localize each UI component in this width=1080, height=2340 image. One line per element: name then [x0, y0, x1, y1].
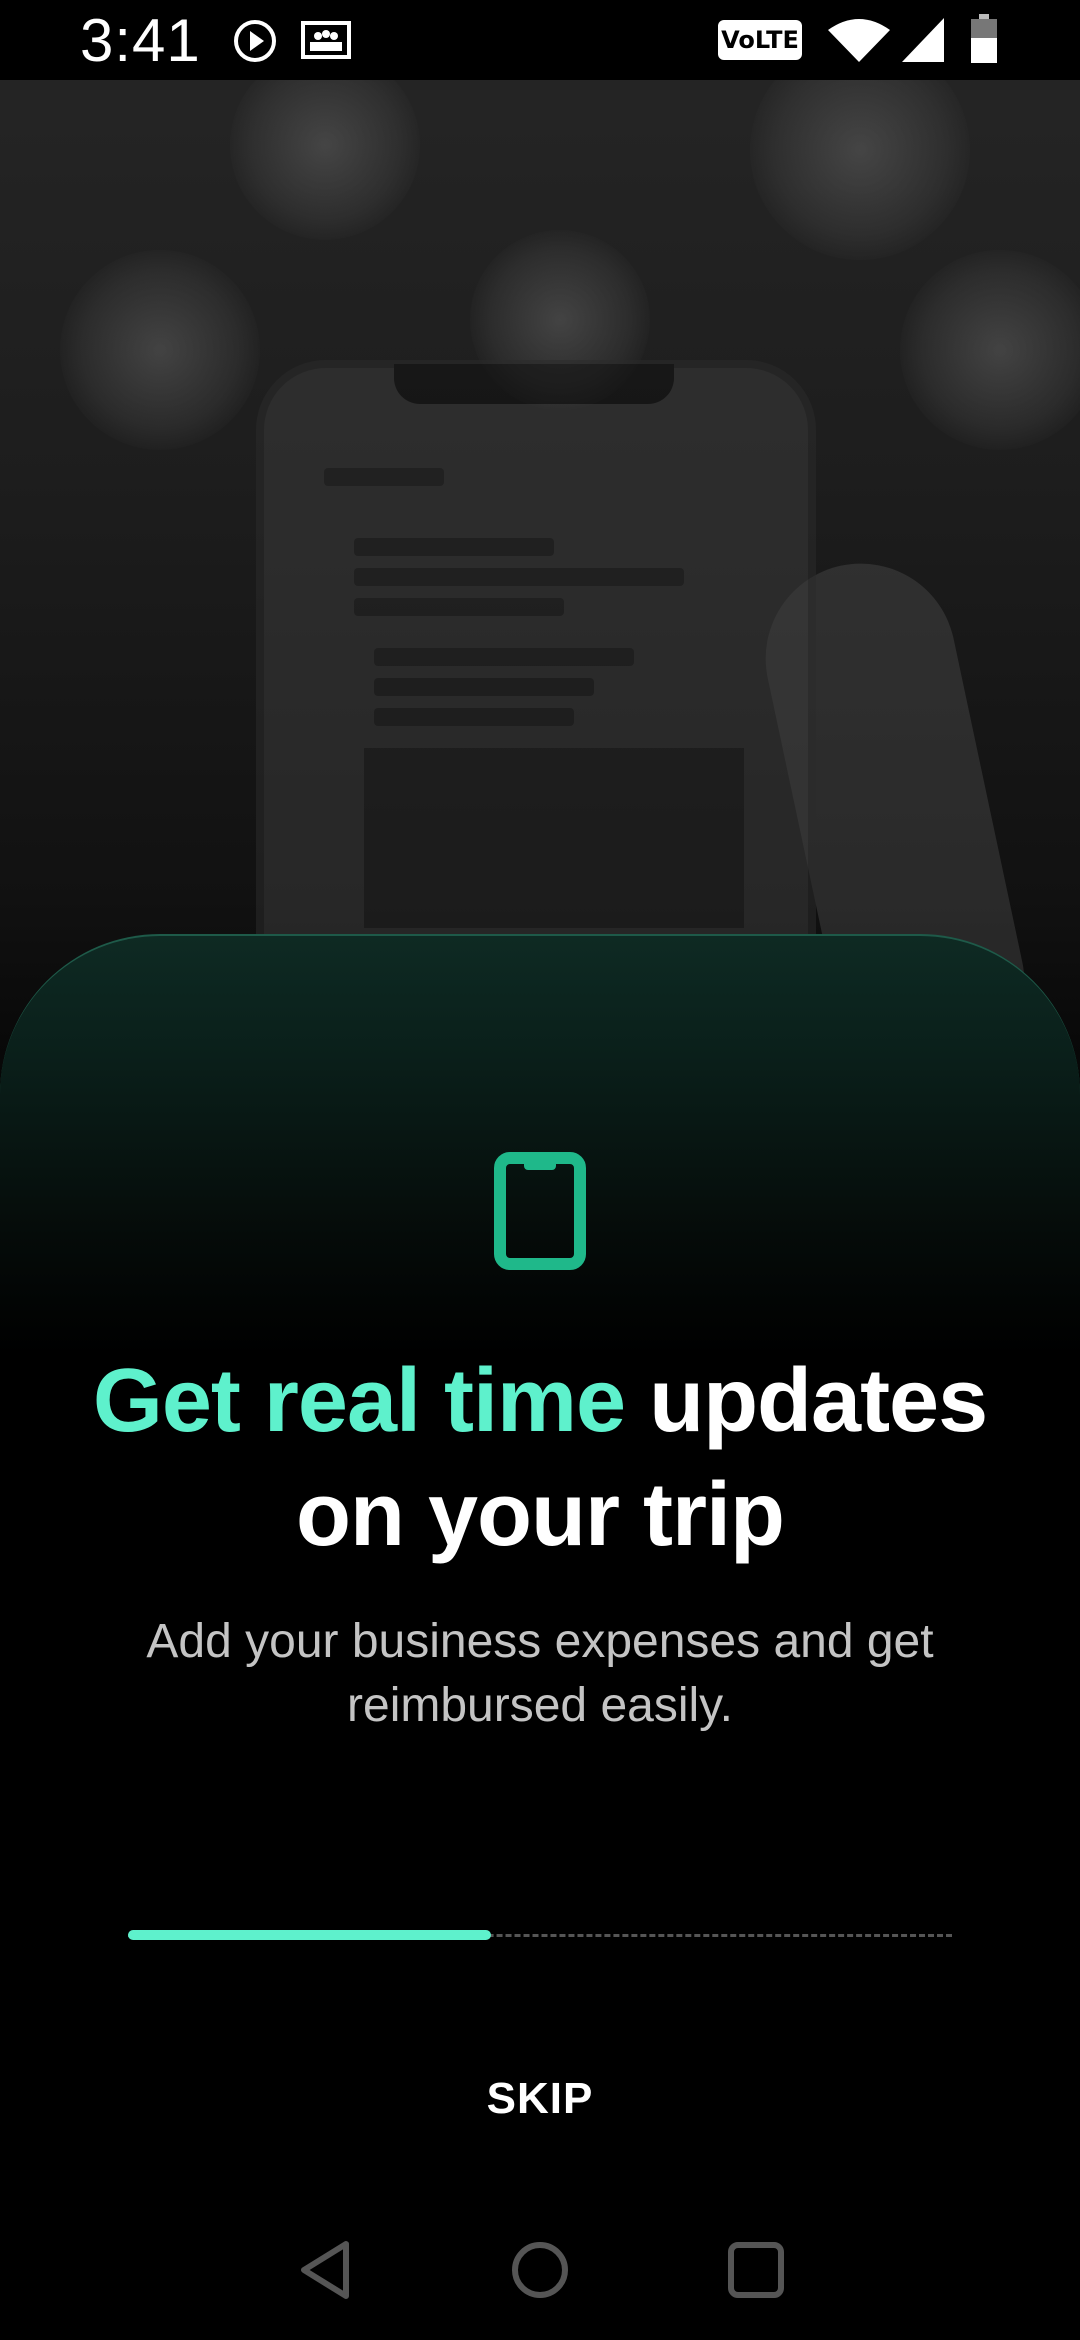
recents-icon[interactable] — [716, 2230, 796, 2310]
volte-badge: VoLTE — [718, 20, 802, 60]
play-icon — [232, 18, 278, 69]
navigation-bar — [0, 2200, 1080, 2340]
signal-icon — [900, 16, 946, 69]
onboarding-headline: Get real time updates on your trip — [40, 1344, 1040, 1572]
home-icon[interactable] — [500, 2230, 580, 2310]
status-time: 3:41 — [80, 7, 201, 74]
wifi-icon — [826, 16, 892, 69]
onboarding-progress — [128, 1930, 952, 1940]
skip-button[interactable]: SKIP — [440, 2064, 640, 2134]
onboarding-subtitle: Add your business expenses and get reimb… — [146, 1615, 934, 1732]
smartphone-icon — [494, 1152, 586, 1270]
back-icon[interactable] — [288, 2230, 368, 2310]
media-icon — [300, 20, 352, 67]
status-bar: 3:41 VoLTE — [0, 0, 1080, 80]
progress-fill — [128, 1930, 491, 1940]
battery-icon — [970, 14, 998, 69]
headline-accent: Get real time — [92, 1351, 626, 1451]
